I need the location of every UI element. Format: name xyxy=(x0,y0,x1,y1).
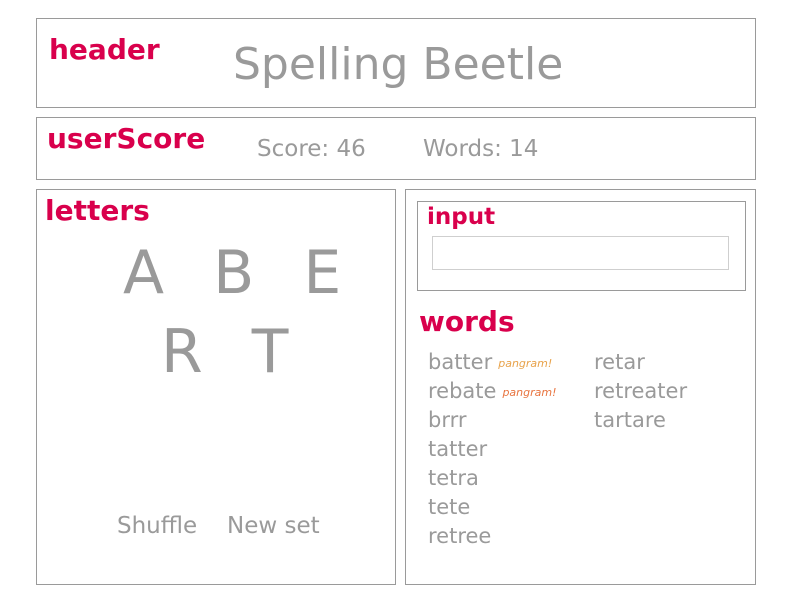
word-count-display: Words: 14 xyxy=(423,136,539,162)
user-score-label: userScore xyxy=(47,122,206,155)
input-label: input xyxy=(427,204,496,230)
header-panel: header Spelling Beetle xyxy=(36,18,756,108)
found-word-text: retar xyxy=(594,350,645,374)
right-panel: input words batter pangram! rebate pangram!… xyxy=(405,189,756,585)
shuffle-button[interactable]: Shuffle xyxy=(117,513,197,539)
found-word: tatter xyxy=(428,435,557,464)
pangram-badge: pangram! xyxy=(498,357,553,370)
letter-tile[interactable]: B xyxy=(213,238,264,308)
found-word: tete xyxy=(428,493,557,522)
word-input[interactable] xyxy=(432,236,729,270)
words-column-1: batter pangram! rebate pangram! brrr tatter te… xyxy=(428,348,557,551)
user-score-panel: userScore Score: 46 Words: 14 xyxy=(36,117,756,180)
input-panel: input xyxy=(417,201,746,291)
letter-tile[interactable]: A xyxy=(123,238,174,308)
found-word: retreater xyxy=(594,377,687,406)
score-display: Score: 46 xyxy=(257,136,366,162)
found-word-text: tatter xyxy=(428,437,488,461)
pangram-badge: pangram! xyxy=(502,386,557,399)
words-label: words xyxy=(419,305,515,338)
words-column-2: retar retreater tartare xyxy=(594,348,687,435)
found-word-text: rebate xyxy=(428,379,497,403)
found-word-text: tete xyxy=(428,495,471,519)
letter-tile[interactable]: T xyxy=(252,317,299,387)
new-set-button[interactable]: New set xyxy=(227,513,320,539)
letter-tile[interactable]: R xyxy=(161,317,213,387)
found-word-text: tartare xyxy=(594,408,666,432)
found-word-text: batter xyxy=(428,350,493,374)
found-word: retree xyxy=(428,522,557,551)
found-word: batter pangram! xyxy=(428,348,557,377)
found-word-text: retree xyxy=(428,524,492,548)
found-word: brrr xyxy=(428,406,557,435)
letter-tile[interactable]: E xyxy=(303,238,351,308)
found-word-text: retreater xyxy=(594,379,688,403)
letters-label: letters xyxy=(45,194,150,227)
app-title: Spelling Beetle xyxy=(233,39,564,90)
letter-row-2: R T xyxy=(161,317,308,387)
letters-panel: letters A B E R T Shuffle New set xyxy=(36,189,396,585)
letter-row-1: A B E xyxy=(123,238,361,308)
header-label: header xyxy=(49,33,160,66)
found-word: tartare xyxy=(594,406,687,435)
found-word: rebate pangram! xyxy=(428,377,557,406)
found-word: retar xyxy=(594,348,687,377)
found-word: tetra xyxy=(428,464,557,493)
found-word-text: tetra xyxy=(428,466,479,490)
found-word-text: brrr xyxy=(428,408,467,432)
